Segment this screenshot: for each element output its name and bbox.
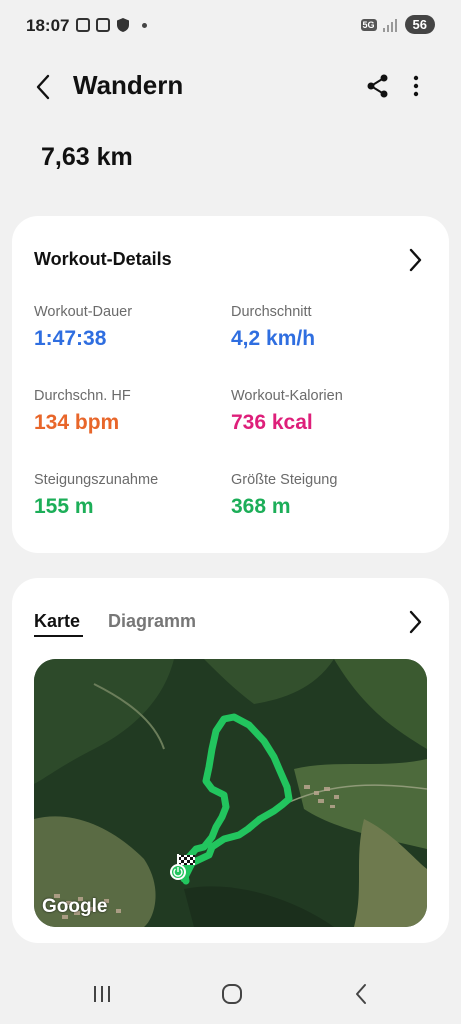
metric-value: 134 bpm: [34, 411, 120, 434]
system-back-icon[interactable]: [350, 980, 372, 1008]
chevron-right-icon[interactable]: [405, 246, 425, 274]
more-notifications-dot: [142, 22, 147, 28]
metric-value: 4,2 km/h: [231, 327, 316, 350]
satellite-map: [34, 659, 427, 927]
metric-label: Workout-Dauer: [34, 304, 133, 320]
recent-apps-icon[interactable]: [90, 980, 114, 1008]
page-title: Wandern: [73, 70, 184, 100]
back-button[interactable]: [30, 72, 60, 102]
back-arrow-icon: [36, 74, 50, 100]
metric-max-elevation: Größte Steigung 368 m: [231, 472, 421, 519]
metric-label: Steigungszunahme: [34, 472, 159, 488]
home-icon[interactable]: [219, 980, 245, 1008]
notification-icons: [76, 17, 147, 33]
network-badge: 5G: [360, 18, 377, 31]
route-map[interactable]: Google: [34, 659, 427, 927]
screenshot-icon: [76, 18, 90, 32]
status-right: 5G 56: [360, 15, 435, 34]
workout-details-title: Workout-Details: [34, 249, 172, 269]
more-options-button[interactable]: [404, 72, 428, 100]
more-vertical-icon: [413, 75, 419, 97]
metric-label: Durchschn. HF: [34, 388, 131, 404]
signal-icon: [382, 18, 399, 32]
active-tab-indicator: [34, 635, 83, 637]
map-card: Karte Diagramm Google: [12, 578, 449, 943]
metric-average-speed: Durchschnitt 4,2 km/h: [231, 304, 421, 351]
metric-label: Workout-Kalorien: [231, 388, 343, 404]
share-button[interactable]: [364, 72, 392, 100]
status-bar: 18:07 5G 56: [0, 0, 461, 52]
metric-value: 1:47:38: [34, 327, 107, 350]
metric-label: Größte Steigung: [231, 472, 338, 488]
metric-elevation-gain: Steigungszunahme 155 m: [34, 472, 224, 519]
start-marker-icon: [170, 864, 186, 880]
system-navigation-bar: [0, 962, 461, 1024]
total-distance: 7,63 km: [41, 143, 133, 171]
google-attribution: Google: [42, 896, 108, 917]
metric-value: 155 m: [34, 495, 94, 518]
workout-details-card[interactable]: Workout-Details Workout-Dauer 1:47:38 Du…: [12, 216, 449, 553]
share-icon: [367, 74, 388, 98]
tab-karte[interactable]: Karte: [34, 611, 80, 632]
tab-diagramm[interactable]: Diagramm: [108, 611, 196, 632]
metric-average-heart-rate: Durchschn. HF 134 bpm: [34, 388, 224, 435]
metric-value: 736 kcal: [231, 411, 313, 434]
metric-duration: Workout-Dauer 1:47:38: [34, 304, 224, 351]
chevron-right-icon[interactable]: [405, 608, 425, 636]
status-time: 18:07: [26, 16, 70, 35]
metric-label: Durchschnitt: [231, 304, 312, 320]
battery-indicator: 56: [404, 15, 435, 34]
calendar-icon: [96, 18, 110, 32]
metric-calories: Workout-Kalorien 736 kcal: [231, 388, 421, 435]
shield-icon: [117, 18, 129, 32]
metric-value: 368 m: [231, 495, 291, 518]
